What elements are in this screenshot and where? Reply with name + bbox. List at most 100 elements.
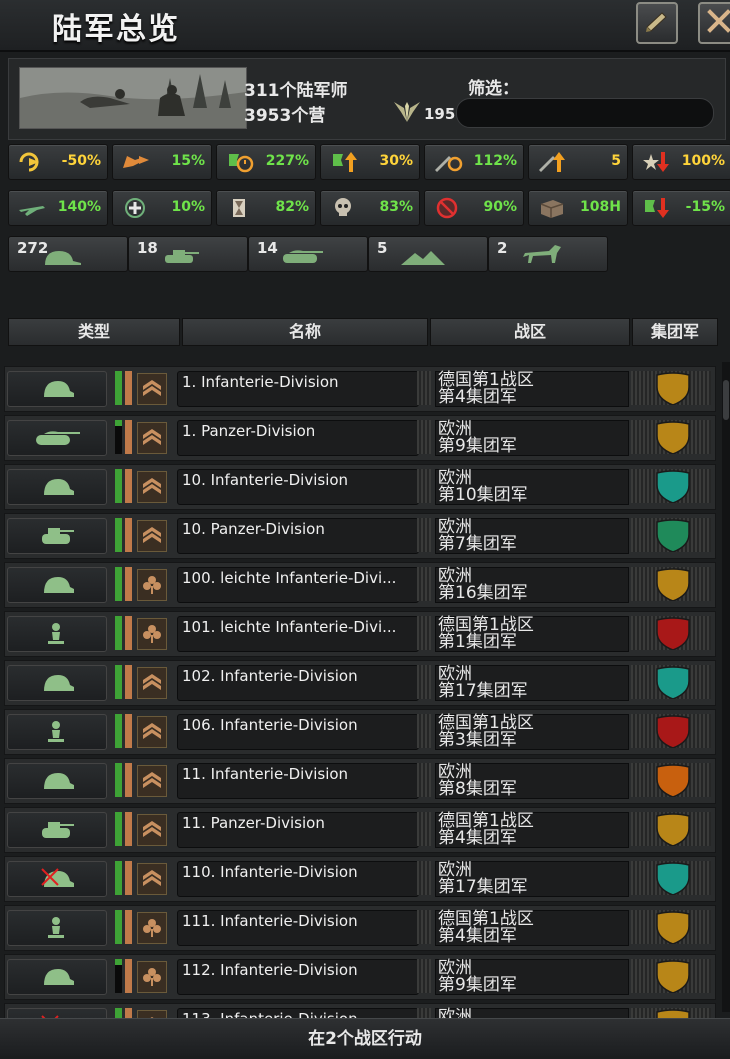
theater-cell[interactable]: 德国第1战区 第1集团军 <box>435 616 629 652</box>
army-group-cell[interactable] <box>631 371 711 405</box>
army-group-cell[interactable] <box>631 469 711 503</box>
theater-cell[interactable]: 欧洲 第9集团军 <box>435 959 629 995</box>
stat-skull: 83% <box>320 190 420 226</box>
division-row[interactable]: 101. leichte Infanterie-Divi... 德国第1战区 第1集… <box>4 611 716 657</box>
army-group-cell[interactable] <box>631 763 711 797</box>
division-row[interactable]: 1. Panzer-Division 欧洲 第9集团军 <box>4 415 716 461</box>
settings-button[interactable] <box>636 2 678 44</box>
division-row[interactable]: 102. Infanterie-Division 欧洲 第17集团军 <box>4 660 716 706</box>
division-name-box[interactable]: 10. Panzer-Division <box>177 518 419 554</box>
unit-type-button[interactable] <box>7 812 107 848</box>
column-header-type[interactable]: 类型 <box>8 318 180 346</box>
organization-bar <box>125 763 132 797</box>
division-row[interactable]: 113. Infanterie-Division 欧洲 <box>4 1003 716 1018</box>
division-name-box[interactable]: 110. Infanterie-Division <box>177 861 419 897</box>
tab-mountain[interactable]: 5 <box>368 236 488 272</box>
title-bar: 陆军总览 <box>0 0 730 52</box>
division-insignia <box>137 618 167 650</box>
theater-cell[interactable]: 欧洲 第9集团军 <box>435 420 629 456</box>
division-name-box[interactable]: 101. leichte Infanterie-Divi... <box>177 616 419 652</box>
unit-type-button[interactable] <box>7 371 107 407</box>
theater-cell[interactable]: 德国第1战区 第3集团军 <box>435 714 629 750</box>
unit-type-button[interactable] <box>7 910 107 946</box>
army-group-cell[interactable] <box>631 616 711 650</box>
scrollbar-thumb[interactable] <box>723 380 729 420</box>
column-header-army-group[interactable]: 集团军 <box>632 318 718 346</box>
division-name-box[interactable]: 1. Infanterie-Division <box>177 371 419 407</box>
army-group-cell[interactable] <box>631 567 711 601</box>
stat-value: 227% <box>265 153 309 169</box>
strength-bar <box>115 1008 122 1018</box>
divider <box>417 1008 431 1018</box>
division-name-box[interactable]: 111. Infanterie-Division <box>177 910 419 946</box>
division-name-box[interactable]: 102. Infanterie-Division <box>177 665 419 701</box>
theater-cell[interactable]: 欧洲 第8集团军 <box>435 763 629 799</box>
division-row[interactable]: 111. Infanterie-Division 德国第1战区 第4集团军 <box>4 905 716 951</box>
theater-cell[interactable]: 德国第1战区 第4集团军 <box>435 812 629 848</box>
unit-type-button[interactable] <box>7 616 107 652</box>
army-group-cell[interactable] <box>631 518 711 552</box>
division-row[interactable]: 10. Infanterie-Division 欧洲 第10集团军 <box>4 464 716 510</box>
division-row[interactable]: 11. Infanterie-Division 欧洲 第8集团军 <box>4 758 716 804</box>
division-row[interactable]: 110. Infanterie-Division 欧洲 第17集团军 <box>4 856 716 902</box>
army-group-cell[interactable] <box>631 959 711 993</box>
unit-type-button[interactable] <box>7 1008 107 1018</box>
organization-bar <box>125 469 132 503</box>
army-group-cell[interactable] <box>631 861 711 895</box>
stat-plane: 140% <box>8 190 108 226</box>
division-insignia <box>137 961 167 993</box>
division-row[interactable]: 10. Panzer-Division 欧洲 第7集团军 <box>4 513 716 559</box>
theater-cell[interactable]: 欧洲 第10集团军 <box>435 469 629 505</box>
division-row[interactable]: 100. leichte Infanterie-Divi... 欧洲 第16集团军 <box>4 562 716 608</box>
division-name-box[interactable]: 1. Panzer-Division <box>177 420 419 456</box>
tab-infantry[interactable]: 272 <box>8 236 128 272</box>
stat-value: 5 <box>611 153 621 169</box>
division-name-box[interactable]: 106. Infanterie-Division <box>177 714 419 750</box>
army-name: 第9集团军 <box>438 975 517 995</box>
column-header-theater[interactable]: 战区 <box>430 318 630 346</box>
unit-type-button[interactable] <box>7 665 107 701</box>
tab-armor[interactable]: 14 <box>248 236 368 272</box>
division-row[interactable]: 11. Panzer-Division 德国第1战区 第4集团军 <box>4 807 716 853</box>
filter-input[interactable] <box>456 98 714 128</box>
division-row[interactable]: 106. Infanterie-Division 德国第1战区 第3集团军 <box>4 709 716 755</box>
army-group-cell[interactable] <box>631 812 711 846</box>
division-name-box[interactable]: 113. Infanterie-Division <box>177 1008 419 1018</box>
division-name: 112. Infanterie-Division <box>182 961 358 979</box>
unit-type-button[interactable] <box>7 518 107 554</box>
army-group-cell[interactable] <box>631 1008 711 1018</box>
unit-type-button[interactable] <box>7 763 107 799</box>
theater-cell[interactable]: 欧洲 第16集团军 <box>435 567 629 603</box>
theater-cell[interactable]: 欧洲 第17集团军 <box>435 665 629 701</box>
theater-cell[interactable]: 欧洲 第17集团军 <box>435 861 629 897</box>
unit-type-button[interactable] <box>7 714 107 750</box>
division-name-box[interactable]: 100. leichte Infanterie-Divi... <box>177 567 419 603</box>
unit-type-button[interactable] <box>7 959 107 995</box>
divider <box>417 861 431 895</box>
tab-cavalry[interactable]: 2 <box>488 236 608 272</box>
unit-type-button[interactable] <box>7 567 107 603</box>
division-row[interactable]: 1. Infanterie-Division 德国第1战区 第4集团军 <box>4 366 716 412</box>
unit-type-button[interactable] <box>7 469 107 505</box>
army-group-cell[interactable] <box>631 665 711 699</box>
army-group-cell[interactable] <box>631 714 711 748</box>
scrollbar[interactable] <box>722 362 730 1012</box>
close-button[interactable] <box>698 2 730 44</box>
division-name-box[interactable]: 11. Infanterie-Division <box>177 763 419 799</box>
stat-value: 108H <box>580 199 621 215</box>
division-name-box[interactable]: 112. Infanterie-Division <box>177 959 419 995</box>
theater-cell[interactable]: 欧洲 <box>435 1008 629 1018</box>
tab-light-armor[interactable]: 18 <box>128 236 248 272</box>
unit-type-button[interactable] <box>7 861 107 897</box>
theater-cell[interactable]: 欧洲 第7集团军 <box>435 518 629 554</box>
unit-type-button[interactable] <box>7 420 107 456</box>
theater-cell[interactable]: 德国第1战区 第4集团军 <box>435 371 629 407</box>
division-name-box[interactable]: 11. Panzer-Division <box>177 812 419 848</box>
division-row[interactable]: 112. Infanterie-Division 欧洲 第9集团军 <box>4 954 716 1000</box>
column-header-name[interactable]: 名称 <box>182 318 428 346</box>
theater-cell[interactable]: 德国第1战区 第4集团军 <box>435 910 629 946</box>
army-group-cell[interactable] <box>631 910 711 944</box>
stat-value: 10% <box>171 199 205 215</box>
division-name-box[interactable]: 10. Infanterie-Division <box>177 469 419 505</box>
army-group-cell[interactable] <box>631 420 711 454</box>
